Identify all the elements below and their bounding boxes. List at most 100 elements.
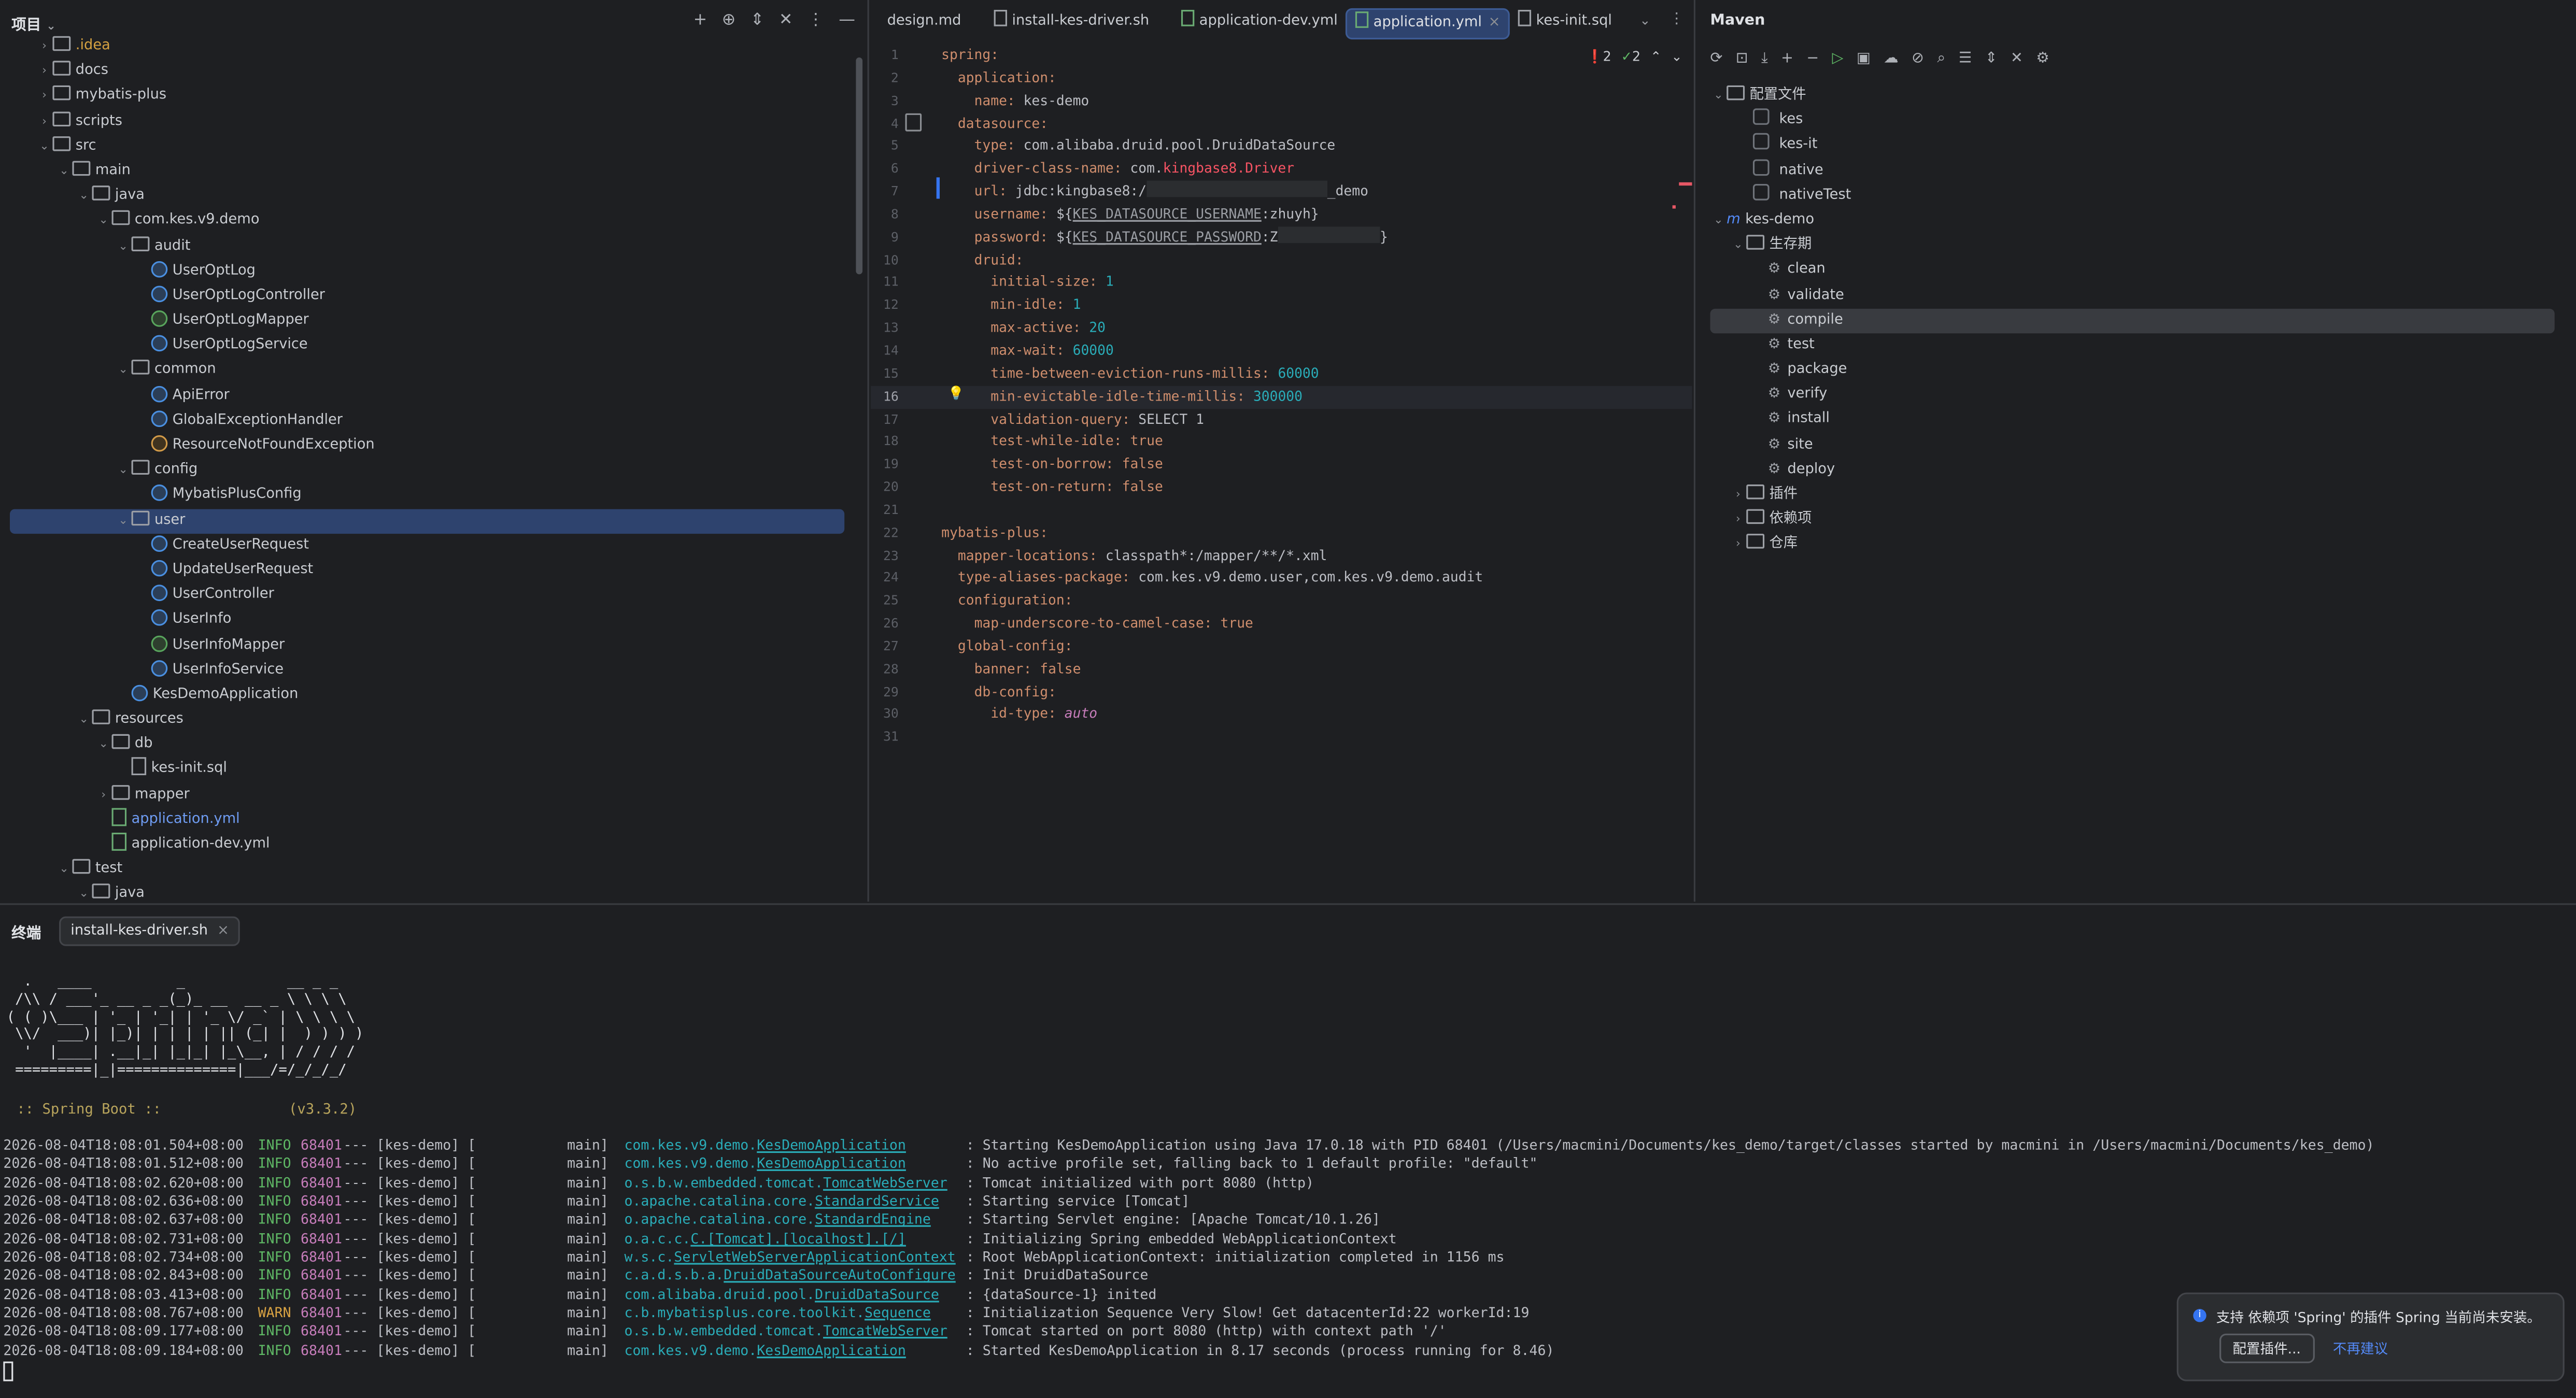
tree-item[interactable]: ⌄ db xyxy=(0,733,854,758)
error-stripe[interactable] xyxy=(1679,182,1692,186)
maven-item[interactable]: › 插件 xyxy=(1697,483,2568,508)
maven-item[interactable]: kes-it xyxy=(1697,133,2568,159)
more-icon[interactable]: ⋮ xyxy=(808,11,824,30)
tree-item[interactable]: › scripts xyxy=(0,109,854,134)
tab-more-icon[interactable]: ⋮ xyxy=(1669,11,1684,28)
chevron-down-icon[interactable]: ⌄ xyxy=(95,733,112,758)
project-title[interactable]: 项目 ⌄ xyxy=(11,13,56,35)
tree-item[interactable]: ⌄ java xyxy=(0,882,854,902)
code-line[interactable]: 20 test-on-return: false xyxy=(871,476,1692,499)
maven-item[interactable]: native xyxy=(1697,159,2568,183)
maven-item[interactable]: ⌄ 生存期 xyxy=(1697,233,2568,258)
tree-item[interactable]: UserOptLogController xyxy=(0,284,854,309)
log-logger-class-link[interactable]: KesDemoApplication xyxy=(757,1342,906,1358)
tree-item[interactable]: UserOptLogService xyxy=(0,334,854,359)
chevron-down-icon[interactable]: ⌄ xyxy=(76,708,92,733)
skip-tests-icon[interactable]: ⊘ xyxy=(1912,51,1924,67)
run-icon[interactable]: ▷ xyxy=(1832,51,1844,67)
code-line[interactable]: 31 xyxy=(871,726,1692,749)
tree-item[interactable]: GlobalExceptionHandler xyxy=(0,409,854,434)
code-line[interactable]: 11 initial-size: 1 xyxy=(871,272,1692,294)
log-logger-class-link[interactable]: StandardService xyxy=(815,1192,939,1209)
tree-item[interactable]: ⌄ main xyxy=(0,159,854,184)
log-logger-class-link[interactable]: TomcatWebServer xyxy=(823,1174,947,1190)
log-logger-class-link[interactable]: Sequence xyxy=(865,1304,931,1321)
tree-item[interactable]: ⌄ com.kes.v9.demo xyxy=(0,209,854,234)
maven-item[interactable]: ⚙ package xyxy=(1697,358,2568,383)
code-line[interactable]: 7 url: jdbc:kingbase8:/ _demo xyxy=(871,180,1692,204)
maven-item[interactable]: ⚙ site xyxy=(1697,433,2568,458)
generate-sources-icon[interactable]: ⊡ xyxy=(1736,51,1748,67)
maven-item[interactable]: ⚙ compile xyxy=(1710,308,2555,334)
tree-item[interactable]: ResourceNotFoundException xyxy=(0,434,854,459)
code-line[interactable]: 13 max-active: 20 xyxy=(871,317,1692,340)
code-area[interactable]: 1 spring: 2 application: 3 name: kes-demo 4 dat… xyxy=(870,45,1692,749)
tree-item[interactable]: ApiError xyxy=(0,383,854,408)
expand-all-icon[interactable]: ⇕ xyxy=(1985,51,1998,67)
tree-item[interactable]: KesDemoApplication xyxy=(0,683,854,708)
chevron-right-icon[interactable]: › xyxy=(95,783,112,808)
add-icon[interactable]: + xyxy=(693,11,707,30)
log-logger-class-link[interactable]: C.[Tomcat].[localhost].[/] xyxy=(690,1230,906,1246)
log-logger-class-link[interactable]: ServletWebServerApplicationContext xyxy=(674,1248,955,1265)
code-line[interactable]: 29 db-config: xyxy=(871,681,1692,704)
chevron-down-icon[interactable]: ⌄ xyxy=(56,159,73,184)
tree-item[interactable]: kes-init.sql xyxy=(0,758,854,783)
chevron-right-icon[interactable]: › xyxy=(1730,508,1747,533)
chevron-down-icon[interactable]: ⌄ xyxy=(115,459,132,483)
code-line[interactable]: 19 test-on-borrow: false xyxy=(871,453,1692,476)
close-icon[interactable]: × xyxy=(217,923,229,939)
code-line[interactable]: 23 mapper-locations: classpath*:/mapper/*… xyxy=(871,545,1692,567)
settings-icon[interactable]: ⚙ xyxy=(2036,51,2049,67)
tree-item[interactable]: UpdateUserRequest xyxy=(0,558,854,583)
code-line[interactable]: 9 password: ${KES_DATASOURCE_PASSWORD:Z} xyxy=(871,226,1692,249)
tree-item[interactable]: UserController xyxy=(0,583,854,608)
target-icon[interactable]: ⊕ xyxy=(722,11,736,30)
chevron-down-icon[interactable]: ⌄ xyxy=(36,134,53,159)
tree-item[interactable]: ⌄ user xyxy=(10,508,845,534)
chevron-down-icon[interactable]: ⌄ xyxy=(76,882,92,902)
execute-goal-icon[interactable]: ▣ xyxy=(1857,51,1871,67)
chevron-right-icon[interactable]: › xyxy=(1730,483,1747,508)
chevron-right-icon[interactable]: › xyxy=(36,84,53,109)
tree-item[interactable]: › mapper xyxy=(0,783,854,808)
terminal-tab[interactable]: install-kes-driver.sh × xyxy=(59,916,241,946)
tree-item[interactable]: UserInfoMapper xyxy=(0,633,854,658)
tree-item[interactable]: application-dev.yml xyxy=(0,832,854,858)
expand-all-icon[interactable]: ⇕ xyxy=(751,11,765,30)
tree-item[interactable]: ⌄ common xyxy=(0,359,854,383)
code-line[interactable]: 22 mybatis-plus: xyxy=(871,522,1692,545)
code-line[interactable]: 12 min-idle: 1 xyxy=(871,294,1692,317)
editor-tab[interactable]: kes-init.sql xyxy=(1510,8,1620,36)
tree-item[interactable]: › mybatis-plus xyxy=(0,84,854,109)
maven-item[interactable]: nativeTest xyxy=(1697,183,2568,208)
maven-item[interactable]: › 依赖项 xyxy=(1697,508,2568,533)
maven-item[interactable]: ⌄ 配置文件 xyxy=(1697,84,2568,109)
chevron-right-icon[interactable]: › xyxy=(36,109,53,134)
chevron-right-icon[interactable]: › xyxy=(36,60,53,84)
code-line[interactable]: 6 driver-class-name: com.kingbase8.Driver xyxy=(871,158,1692,181)
chevron-down-icon[interactable]: ⌄ xyxy=(56,858,73,882)
code-line[interactable]: 16 min-evictable-idle-time-millis: 300000 xyxy=(870,385,1692,408)
code-line[interactable]: 8 username: ${KES_DATASOURCE_USERNAME:zhu… xyxy=(871,204,1692,226)
minimize-icon[interactable]: — xyxy=(839,11,855,30)
chevron-down-icon[interactable]: ⌄ xyxy=(95,209,112,234)
tree-item[interactable]: ⌄ audit xyxy=(0,234,854,259)
maven-item[interactable]: ⚙ validate xyxy=(1697,283,2568,308)
chevron-down-icon[interactable]: ⌄ xyxy=(1730,233,1747,258)
tree-item[interactable]: ⌄ src xyxy=(0,134,854,159)
maven-item[interactable]: › 仓库 xyxy=(1697,533,2568,558)
editor-tab[interactable]: application.yml × xyxy=(1345,8,1510,40)
project-scrollbar[interactable] xyxy=(856,57,863,275)
tree-item[interactable]: ⌄ java xyxy=(0,184,854,209)
chevron-down-icon[interactable]: ⌄ xyxy=(115,508,132,533)
maven-item[interactable]: ⌄ m kes-demo xyxy=(1697,208,2568,233)
chevron-right-icon[interactable]: › xyxy=(36,35,53,60)
chevron-down-icon[interactable]: ⌄ xyxy=(76,184,92,209)
bulb-icon[interactable]: 💡 xyxy=(948,386,965,401)
code-line[interactable]: 1 spring: xyxy=(871,45,1692,67)
tree-item[interactable]: UserOptLogMapper xyxy=(0,309,854,334)
collapse-all-icon[interactable]: ✕ xyxy=(2011,51,2023,67)
code-line[interactable]: 26 map-underscore-to-camel-case: true xyxy=(871,613,1692,636)
structure-gutter-icon[interactable] xyxy=(905,113,922,132)
